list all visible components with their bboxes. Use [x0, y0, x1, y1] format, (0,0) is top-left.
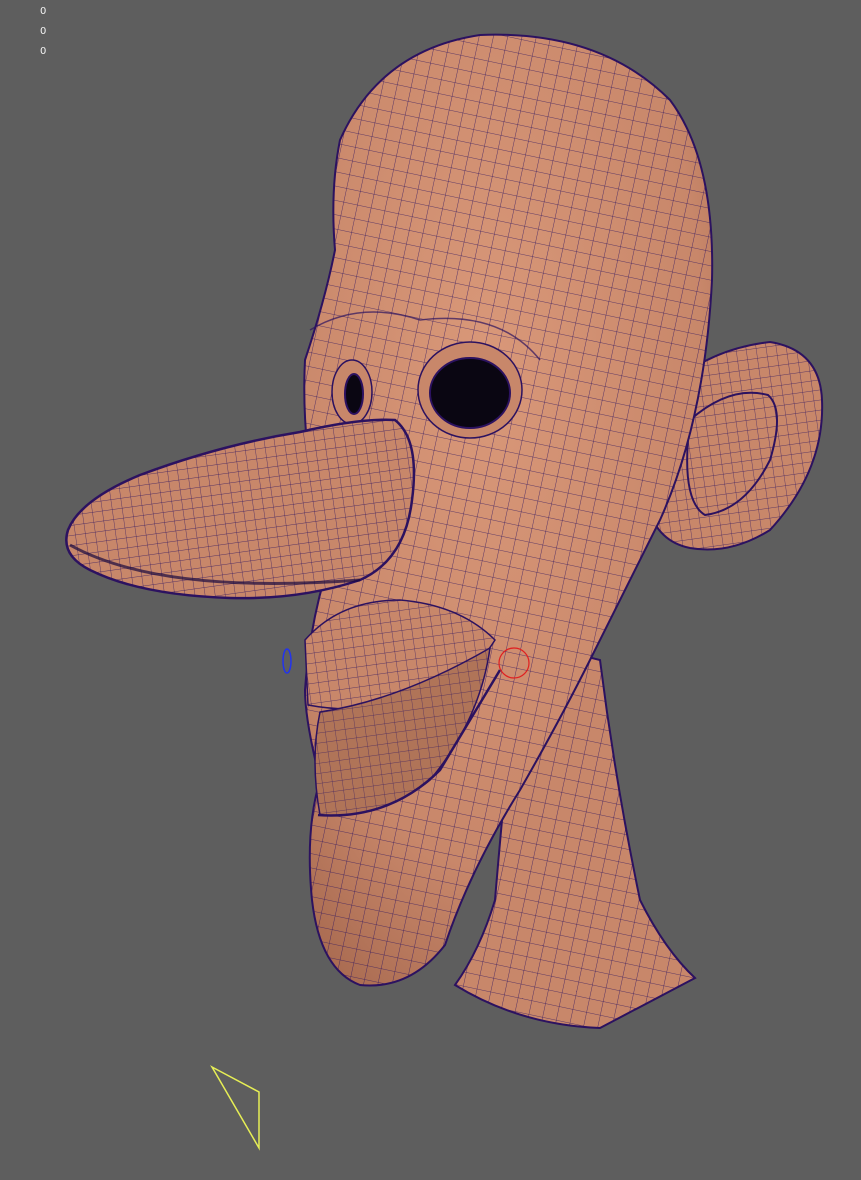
scene-canvas[interactable] — [0, 0, 861, 1180]
3d-viewport[interactable]: 0 0 0 — [0, 0, 861, 1180]
left-eye-cavity — [344, 373, 364, 415]
head-mesh[interactable] — [65, 33, 824, 1030]
camera-locator-icon[interactable] — [210, 1065, 260, 1151]
right-eye-cavity — [429, 357, 511, 429]
pivot-marker-icon[interactable] — [282, 648, 292, 674]
